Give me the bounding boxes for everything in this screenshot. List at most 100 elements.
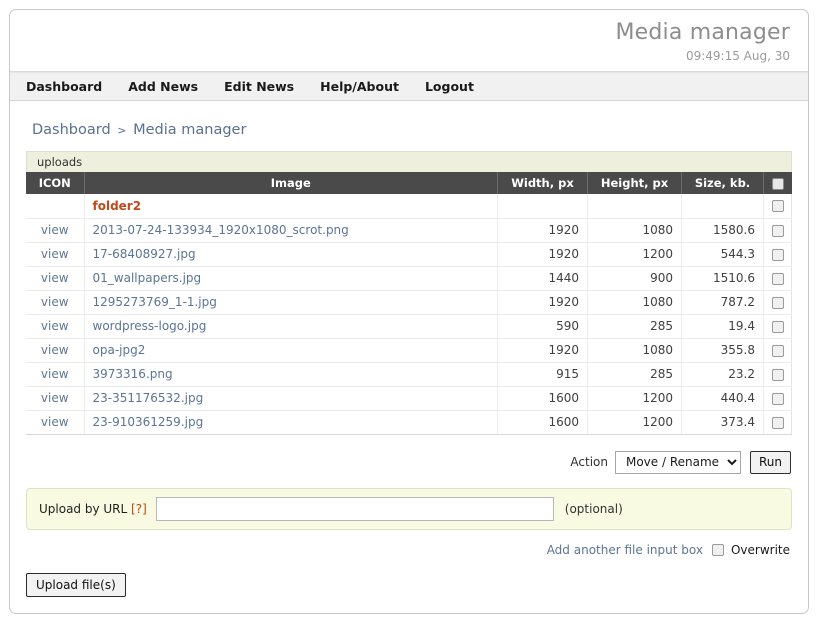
cell-size: 373.4	[681, 410, 764, 435]
cell-image-name: folder2	[84, 194, 498, 219]
column-header-icon: ICON	[26, 172, 85, 194]
main-navigation: Dashboard Add News Edit News Help/About …	[10, 72, 808, 101]
nav-item-help-about[interactable]: Help/About	[320, 79, 399, 94]
row-select-checkbox[interactable]	[772, 224, 784, 237]
row-select-checkbox[interactable]	[772, 320, 784, 333]
column-header-width: Width, px	[497, 172, 588, 194]
action-label: Action	[570, 455, 608, 469]
table-row: view wordpress-logo.jpg 590 285 19.4	[26, 314, 792, 339]
cell-image-name: wordpress-logo.jpg	[84, 314, 498, 339]
current-folder-bar: uploads	[26, 151, 792, 172]
nav-item-edit-news[interactable]: Edit News	[224, 79, 294, 94]
cell-icon: view	[26, 242, 85, 267]
cell-width: 590	[497, 314, 588, 339]
view-link[interactable]: view	[41, 271, 69, 285]
row-select-checkbox[interactable]	[772, 296, 784, 309]
cell-select	[763, 386, 792, 411]
view-link[interactable]: view	[41, 223, 69, 237]
table-row: view 23-910361259.jpg 1600 1200 373.4	[26, 410, 792, 435]
cell-height: 285	[587, 362, 682, 387]
cell-height: 1200	[587, 386, 682, 411]
overwrite-checkbox[interactable]	[711, 543, 724, 556]
row-select-checkbox[interactable]	[772, 200, 784, 213]
file-link[interactable]: 2013-07-24-133934_1920x1080_scrot.png	[93, 223, 349, 237]
run-button[interactable]: Run	[749, 450, 791, 474]
breadcrumb: Dashboard > Media manager	[32, 121, 792, 140]
cell-size: 355.8	[681, 338, 764, 363]
cell-height: 285	[587, 314, 682, 339]
file-table-head: ICON Image Width, px Height, px Size, kb…	[26, 172, 792, 194]
file-link[interactable]: opa-jpg2	[93, 343, 146, 357]
help-icon[interactable]: [?]	[131, 502, 147, 516]
cell-icon: view	[26, 266, 85, 291]
view-link[interactable]: view	[41, 295, 69, 309]
cell-icon	[26, 194, 85, 219]
cell-size: 1580.6	[681, 218, 764, 243]
cell-image-name: 23-351176532.jpg	[84, 386, 498, 411]
column-header-height: Height, px	[587, 172, 682, 194]
file-link[interactable]: 01_wallpapers.jpg	[93, 271, 202, 285]
view-link[interactable]: view	[41, 319, 69, 333]
cell-image-name: 01_wallpapers.jpg	[84, 266, 498, 291]
file-link[interactable]: 3973316.png	[93, 367, 173, 381]
cell-width: 915	[497, 362, 588, 387]
action-select[interactable]: Move / Rename	[614, 450, 741, 474]
cell-icon: view	[26, 338, 85, 363]
cell-size: 440.4	[681, 386, 764, 411]
upload-by-url-label: Upload by URL [?]	[39, 502, 147, 516]
cell-icon: view	[26, 386, 85, 411]
cell-image-name: 2013-07-24-133934_1920x1080_scrot.png	[84, 218, 498, 243]
cell-height: 1080	[587, 338, 682, 363]
cell-height: 1200	[587, 410, 682, 435]
view-link[interactable]: view	[41, 391, 69, 405]
cell-icon: view	[26, 410, 85, 435]
row-select-checkbox[interactable]	[772, 392, 784, 405]
nav-item-dashboard[interactable]: Dashboard	[26, 79, 102, 94]
nav-item-add-news[interactable]: Add News	[128, 79, 198, 94]
header-timestamp: 09:49:15 Aug, 30	[685, 49, 790, 63]
file-link[interactable]: 23-351176532.jpg	[93, 391, 204, 405]
table-row: folder2	[26, 194, 792, 219]
cell-image-name: 17-68408927.jpg	[84, 242, 498, 267]
row-select-checkbox[interactable]	[772, 344, 784, 357]
table-header-row: ICON Image Width, px Height, px Size, kb…	[26, 172, 792, 194]
cell-icon: view	[26, 314, 85, 339]
cell-width: 1440	[497, 266, 588, 291]
cell-width: 1920	[497, 218, 588, 243]
cell-icon: view	[26, 290, 85, 315]
breadcrumb-current: Media manager	[133, 122, 247, 138]
upload-files-button[interactable]: Upload file(s)	[26, 572, 126, 597]
cell-height: 1080	[587, 218, 682, 243]
row-select-checkbox[interactable]	[772, 248, 784, 261]
breadcrumb-dashboard[interactable]: Dashboard	[32, 122, 111, 138]
cell-icon: view	[26, 362, 85, 387]
file-table: ICON Image Width, px Height, px Size, kb…	[26, 172, 792, 435]
file-link[interactable]: 23-910361259.jpg	[93, 415, 204, 429]
table-row: view 2013-07-24-133934_1920x1080_scrot.pn…	[26, 218, 792, 243]
overwrite-label[interactable]: Overwrite	[731, 543, 790, 557]
page-content: Dashboard > Media manager uploads ICON I…	[10, 101, 808, 597]
file-table-body: folder2 view 2013-07-24-133934_1920x1080_s…	[26, 194, 792, 435]
file-link[interactable]: 1295273769_1-1.jpg	[93, 295, 217, 309]
table-row: view 01_wallpapers.jpg 1440 900 1510.6	[26, 266, 792, 291]
view-link[interactable]: view	[41, 247, 69, 261]
add-file-input-link[interactable]: Add another file input box	[547, 543, 703, 557]
view-link[interactable]: view	[41, 367, 69, 381]
cell-image-name: 23-910361259.jpg	[84, 410, 498, 435]
cell-icon: view	[26, 218, 85, 243]
row-select-checkbox[interactable]	[772, 416, 784, 429]
nav-item-logout[interactable]: Logout	[425, 79, 474, 94]
file-link[interactable]: 17-68408927.jpg	[93, 247, 196, 261]
cell-image-name: 3973316.png	[84, 362, 498, 387]
row-select-checkbox[interactable]	[772, 272, 784, 285]
view-link[interactable]: view	[41, 415, 69, 429]
table-row: view opa-jpg2 1920 1080 355.8	[26, 338, 792, 363]
view-link[interactable]: view	[41, 343, 69, 357]
cell-select	[763, 410, 792, 435]
table-row: view 17-68408927.jpg 1920 1200 544.3	[26, 242, 792, 267]
select-all-checkbox[interactable]	[771, 177, 784, 190]
upload-url-input[interactable]	[155, 496, 554, 521]
folder-link[interactable]: folder2	[93, 199, 142, 213]
file-link[interactable]: wordpress-logo.jpg	[93, 319, 207, 333]
row-select-checkbox[interactable]	[772, 368, 784, 381]
